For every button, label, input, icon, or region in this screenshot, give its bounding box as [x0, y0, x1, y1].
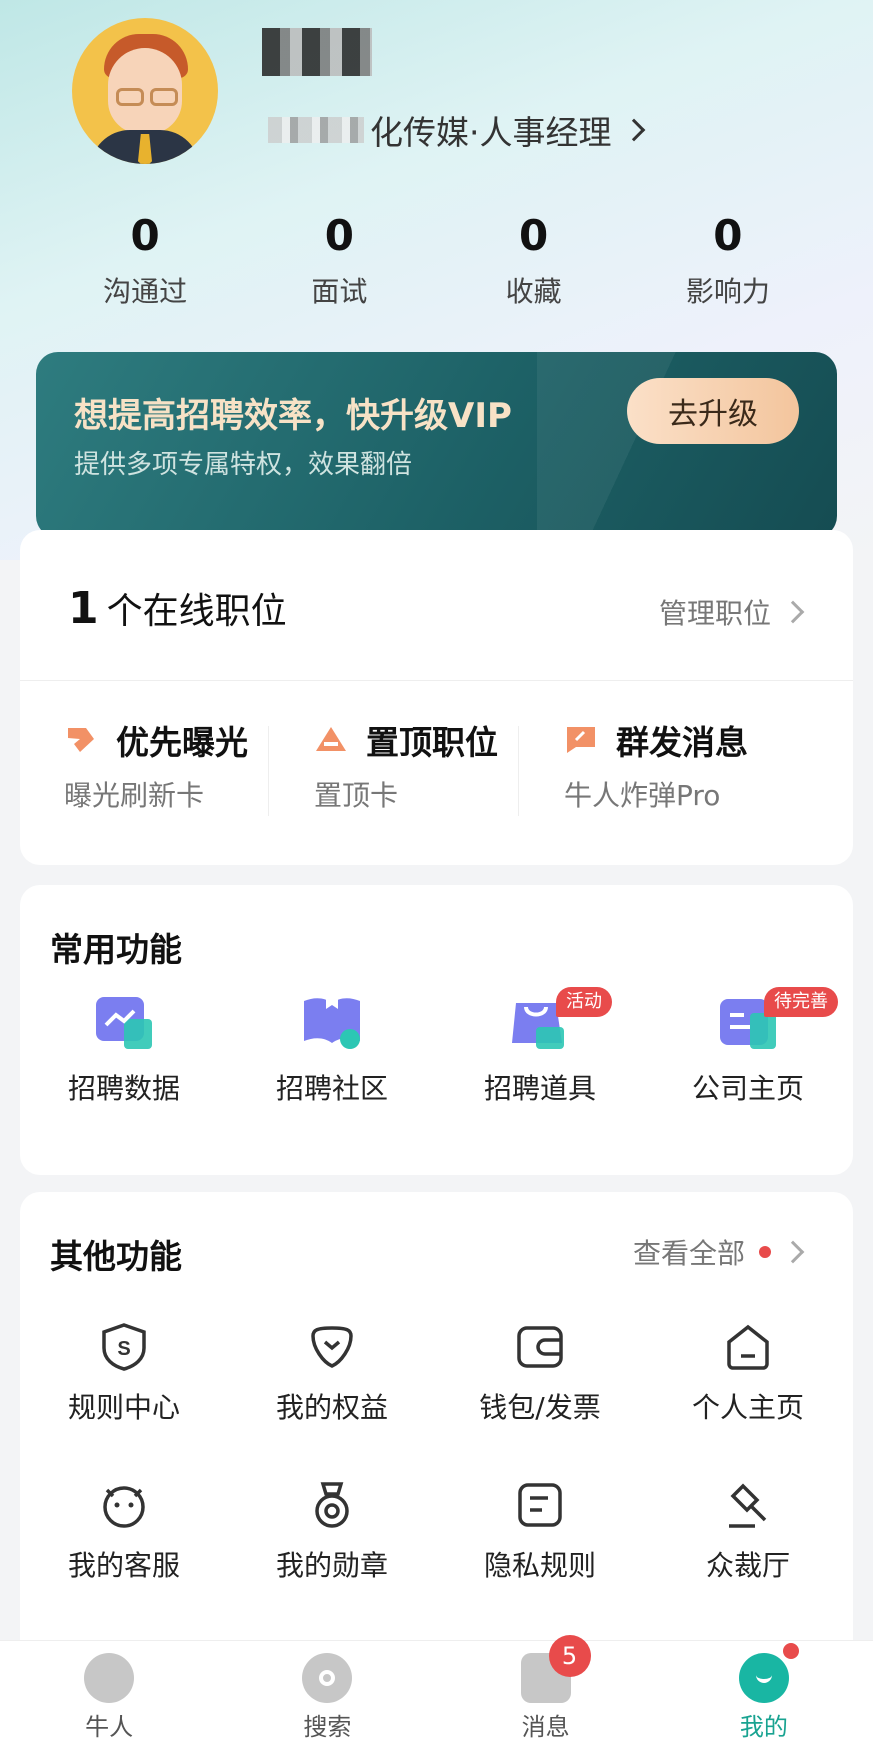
wallet-icon: [517, 1326, 563, 1368]
talent-icon: [84, 1653, 135, 1703]
court-icon: [729, 1483, 767, 1528]
bottom-tab-bar: 牛人 搜索 5 消息 我的: [0, 1635, 873, 1748]
chevron-right-icon: [622, 118, 645, 142]
other-functions-card: 其他功能 查看全部 S 规则中心 我的权益 钱包/发票 个人主页 我的客服 我的…: [20, 1192, 853, 1672]
broadcast-icon: [567, 727, 595, 753]
community-icon: [304, 997, 360, 1049]
upgrade-button[interactable]: 去升级: [627, 378, 799, 444]
tab-messages[interactable]: 5 消息: [437, 1635, 655, 1748]
vip-title: 想提高招聘效率，快升级VIP: [74, 396, 512, 436]
view-all-link[interactable]: 查看全部: [633, 1232, 805, 1272]
common-functions-card: 常用功能 招聘数据 招聘社区 活动 招聘道具 待完善 公司主页: [20, 885, 853, 1175]
manage-jobs-link[interactable]: 管理职位: [659, 592, 805, 632]
vip-banner[interactable]: 想提高招聘效率，快升级VIP 提供多项专属特权，效果翻倍 去升级: [36, 352, 837, 538]
company-title: 化传媒·人事经理: [370, 113, 612, 152]
stat-communicated[interactable]: 0 沟通过: [48, 210, 242, 310]
tab-me[interactable]: 我的: [655, 1641, 873, 1748]
chevron-right-icon: [781, 1240, 805, 1264]
activity-badge: 活动: [556, 987, 612, 1017]
message-count-badge: 5: [548, 1635, 591, 1677]
grid-item-court[interactable]: 众裁厅: [644, 1480, 852, 1584]
promo-pin-top[interactable]: 置顶职位 置顶卡: [270, 716, 548, 826]
shield-icon: S: [102, 1323, 146, 1371]
promo-exposure[interactable]: 优先曝光 曝光刷新卡: [20, 716, 298, 826]
recruit-data-icon: [96, 997, 152, 1049]
stat-interview[interactable]: 0 面试: [242, 210, 436, 310]
incomplete-badge: 待完善: [764, 987, 838, 1017]
stat-favorites[interactable]: 0 收藏: [437, 210, 631, 310]
grid-item-recruit-data[interactable]: 招聘数据: [20, 993, 228, 1107]
notification-dot: [782, 1643, 799, 1659]
grid-item-rules[interactable]: S 规则中心: [20, 1322, 228, 1426]
stat-influence[interactable]: 0 影响力: [631, 210, 825, 310]
search-icon: [302, 1653, 353, 1703]
grid-item-company-page[interactable]: 待完善 公司主页: [644, 987, 852, 1107]
pin-top-icon: [316, 727, 346, 751]
new-dot: [759, 1246, 771, 1258]
vip-subtitle: 提供多项专属特权，效果翻倍: [74, 450, 413, 480]
chevron-right-icon: [781, 600, 805, 624]
grid-item-community[interactable]: 招聘社区: [228, 993, 436, 1107]
grid-item-personal-home[interactable]: 个人主页: [644, 1322, 852, 1426]
stats-row: 0 沟通过 0 面试 0 收藏 0 影响力: [48, 210, 825, 310]
service-icon: [103, 1486, 145, 1528]
avatar[interactable]: [72, 18, 218, 164]
grid-item-benefits[interactable]: 我的权益: [228, 1322, 436, 1426]
tab-talent[interactable]: 牛人: [0, 1641, 218, 1748]
me-icon: [738, 1653, 789, 1703]
grid-item-customer-service[interactable]: 我的客服: [20, 1480, 228, 1584]
privacy-icon: [518, 1483, 562, 1527]
benefits-icon: [311, 1326, 353, 1368]
jobs-card: 1 个在线职位 管理职位 优先曝光 曝光刷新卡 置顶职位 置顶卡 群发消息 牛人炸…: [20, 530, 853, 865]
promo-broadcast[interactable]: 群发消息 牛人炸弹Pro: [520, 716, 798, 826]
grid-item-medals[interactable]: 我的勋章: [228, 1480, 436, 1584]
home-icon: [727, 1324, 769, 1370]
svg-text:S: S: [117, 1338, 130, 1360]
section-title: 常用功能: [50, 930, 182, 969]
grid-item-privacy[interactable]: 隐私规则: [436, 1480, 644, 1584]
online-jobs-count: 1 个在线职位: [68, 583, 287, 634]
redacted-text: [268, 117, 364, 143]
exposure-icon: [68, 728, 94, 752]
medal-icon: [315, 1482, 349, 1528]
grid-item-tools[interactable]: 活动 招聘道具: [436, 987, 644, 1107]
tab-search[interactable]: 搜索: [218, 1641, 436, 1748]
grid-item-wallet[interactable]: 钱包/发票: [436, 1322, 644, 1426]
company-title-link[interactable]: 化传媒·人事经理: [268, 108, 645, 152]
user-name-redacted: [262, 28, 372, 76]
section-title: 其他功能: [50, 1237, 182, 1276]
